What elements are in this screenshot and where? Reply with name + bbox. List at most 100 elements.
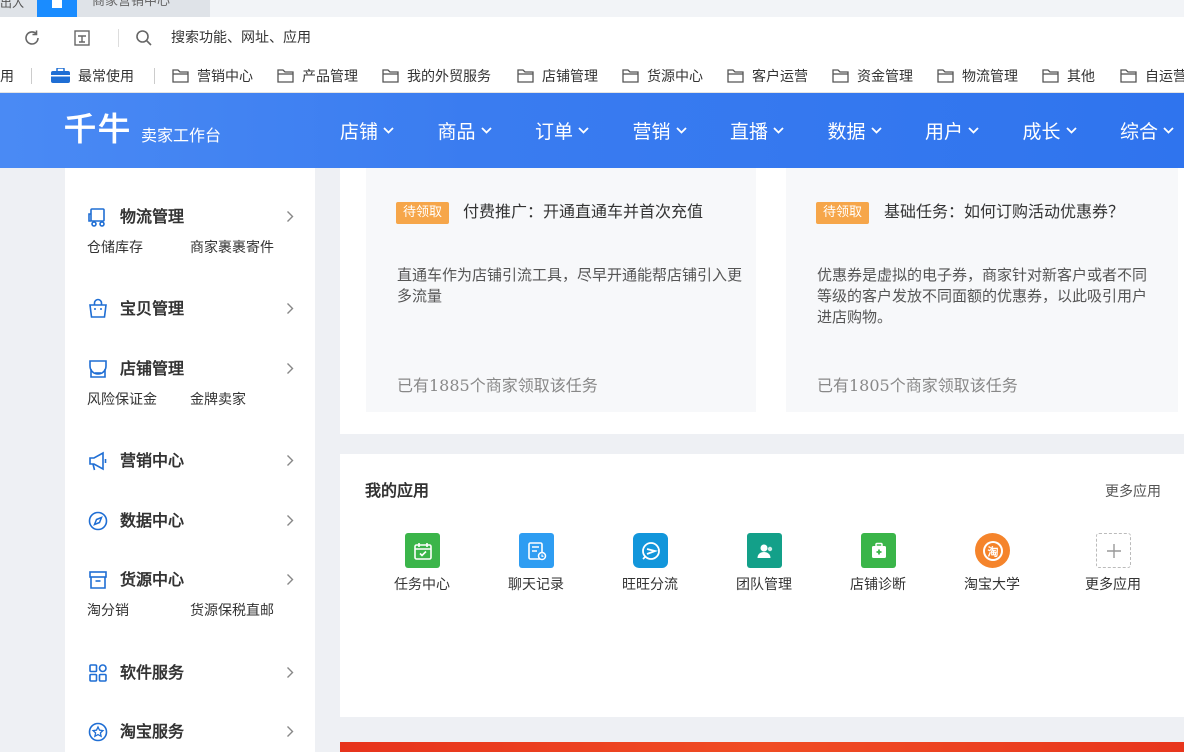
task-card[interactable]: 待领取 基础任务：如何订购活动优惠券？ 优惠券是虚拟的电子券，商家针对新客户或者… xyxy=(786,168,1178,412)
sidebar-item-label: 宝贝管理 xyxy=(120,299,185,318)
folder-icon xyxy=(622,68,639,83)
nav-item-general[interactable]: 综合 xyxy=(1120,93,1184,168)
app-tile-team-management[interactable]: 团队管理 xyxy=(719,533,809,593)
sidebar-item-store[interactable]: 店铺管理 xyxy=(65,357,315,381)
app-tile-store-diagnosis[interactable]: 店铺诊断 xyxy=(833,533,923,593)
chevron-right-icon xyxy=(287,303,294,314)
shopping-bag-icon xyxy=(89,298,107,318)
reload-icon[interactable] xyxy=(22,28,42,48)
bookmark-folder[interactable]: 物流管理 xyxy=(937,59,1018,92)
folder-icon xyxy=(277,68,294,83)
chevron-down-icon xyxy=(968,127,979,134)
sidebar-link[interactable]: 金牌卖家 xyxy=(190,391,246,409)
chevron-down-icon xyxy=(480,127,492,134)
bookmark-label: 最常使用 xyxy=(78,68,134,85)
chevron-down-icon xyxy=(675,127,687,134)
box-icon xyxy=(89,571,107,589)
app-logo[interactable]: 千牛 xyxy=(64,109,132,149)
folder-icon xyxy=(1042,68,1059,83)
nav-item-marketing[interactable]: 营销 xyxy=(633,93,731,168)
browser-tab-previous[interactable]: 出入 xyxy=(0,0,24,17)
my-apps-panel: 我的应用 更多应用 任务中心 聊天记录 旺旺分流 团队管理 店铺诊断 淘 淘宝大… xyxy=(340,454,1184,717)
bookmark-folder[interactable]: 客户运营 xyxy=(727,59,808,92)
sidebar-link[interactable]: 商家裹裹寄件 xyxy=(190,239,274,257)
app-tile-wangwang[interactable]: 旺旺分流 xyxy=(605,533,695,593)
browser-tab-strip-empty xyxy=(210,0,1184,17)
chevron-down-icon xyxy=(1065,127,1077,134)
sidebar-item-supply[interactable]: 货源中心 xyxy=(65,568,315,592)
bookmark-label: 客户运营 xyxy=(752,68,808,85)
bookmark-label: 营销中心 xyxy=(197,68,253,85)
nav-item-orders[interactable]: 订单 xyxy=(535,93,633,168)
chevron-right-icon xyxy=(287,455,294,466)
address-bar: 搜索功能、网址、应用 xyxy=(0,17,1184,59)
app-label: 淘宝大学 xyxy=(964,577,1020,593)
nav-item-growth[interactable]: 成长 xyxy=(1023,93,1121,168)
promo-banner[interactable] xyxy=(340,742,1184,752)
bookmark-label: 店铺管理 xyxy=(542,68,598,85)
chevron-right-icon xyxy=(287,667,294,678)
bookmark-folder[interactable]: 自运营 xyxy=(1120,59,1184,92)
page-layout-icon[interactable] xyxy=(72,28,92,48)
bookmark-folder[interactable]: 货源中心 xyxy=(622,59,703,92)
folder-icon xyxy=(727,68,744,83)
chat-record-icon xyxy=(519,533,554,568)
nav-item-live[interactable]: 直播 xyxy=(730,93,828,168)
app-tile-chat-records[interactable]: 聊天记录 xyxy=(491,533,581,593)
sidebar-item-taobao-service[interactable]: 淘宝服务 xyxy=(65,720,315,744)
task-claim-count: 已有1805个商家领取该任务 xyxy=(817,376,1018,395)
sidebar-item-data[interactable]: 数据中心 xyxy=(65,509,315,533)
nav-item-label: 店铺 xyxy=(340,121,379,143)
app-label: 任务中心 xyxy=(394,577,450,593)
sidebar-link[interactable]: 淘分销 xyxy=(87,602,129,620)
sidebar-item-items[interactable]: 宝贝管理 xyxy=(65,297,315,321)
sidebar-item-logistics[interactable]: 物流管理 xyxy=(65,205,315,229)
nav-item-goods[interactable]: 商品 xyxy=(438,93,536,168)
task-title[interactable]: 基础任务：如何订购活动优惠券？ xyxy=(884,201,1124,223)
status-badge: 待领取 xyxy=(396,202,450,224)
tab-favicon-icon xyxy=(52,0,62,8)
browser-tab-title[interactable]: 商家营销中心 xyxy=(92,0,170,17)
nav-item-label: 营销 xyxy=(632,121,671,143)
nav-item-shop[interactable]: 店铺 xyxy=(340,93,438,168)
browser-tab-active[interactable] xyxy=(37,0,77,17)
taobao-university-icon: 淘 xyxy=(975,533,1010,568)
bookmark-folder[interactable]: 我的外贸服务 xyxy=(382,59,491,92)
bookmarks-divider xyxy=(154,68,155,84)
sidebar-item-label: 店铺管理 xyxy=(120,359,185,378)
address-divider xyxy=(118,29,119,47)
bookmark-folder[interactable]: 产品管理 xyxy=(277,59,358,92)
bookmark-folder[interactable]: 其他 xyxy=(1042,59,1095,92)
folder-icon xyxy=(517,68,534,83)
nav-item-users[interactable]: 用户 xyxy=(925,93,1023,168)
bookmark-leading[interactable]: 用 xyxy=(0,59,14,92)
bookmarks-divider xyxy=(31,68,32,84)
app-tile-task-center[interactable]: 任务中心 xyxy=(377,533,467,593)
sidebar: 物流管理 仓储库存 商家裹裹寄件 宝贝管理 店铺管理 风险保证金 金牌卖家 营销… xyxy=(65,168,315,752)
sidebar-link[interactable]: 仓储库存 xyxy=(87,239,143,257)
sidebar-link[interactable]: 风险保证金 xyxy=(87,391,157,409)
chevron-right-icon xyxy=(287,515,294,526)
nav-item-label: 直播 xyxy=(730,121,769,143)
sidebar-item-marketing[interactable]: 营销中心 xyxy=(65,449,315,473)
team-icon xyxy=(747,533,782,568)
bookmark-folder[interactable]: 资金管理 xyxy=(832,59,913,92)
nav-item-data[interactable]: 数据 xyxy=(828,93,926,168)
folder-icon xyxy=(172,68,189,83)
bookmark-folder[interactable]: 店铺管理 xyxy=(517,59,598,92)
bookmark-most-used[interactable]: 最常使用 xyxy=(51,59,134,92)
task-card[interactable]: 待领取 付费推广：开通直通车并首次充值 直通车作为店铺引流工具，尽早开通能帮店铺… xyxy=(366,168,756,412)
more-apps-link[interactable]: 更多应用 xyxy=(1105,482,1161,502)
address-input[interactable]: 搜索功能、网址、应用 xyxy=(171,29,311,47)
chevron-right-icon xyxy=(287,574,294,585)
sidebar-item-software[interactable]: 软件服务 xyxy=(65,661,315,685)
sidebar-link[interactable]: 货源保税直邮 xyxy=(190,602,274,620)
task-title[interactable]: 付费推广：开通直通车并首次充值 xyxy=(463,201,703,223)
folder-icon xyxy=(832,68,849,83)
chevron-right-icon xyxy=(287,363,294,374)
app-tile-taobao-university[interactable]: 淘 淘宝大学 xyxy=(947,533,1037,593)
bookmark-folder[interactable]: 营销中心 xyxy=(172,59,253,92)
chevron-right-icon xyxy=(287,211,294,222)
app-tile-more-apps[interactable]: 更多应用 xyxy=(1068,533,1158,593)
folder-icon xyxy=(1120,68,1137,83)
